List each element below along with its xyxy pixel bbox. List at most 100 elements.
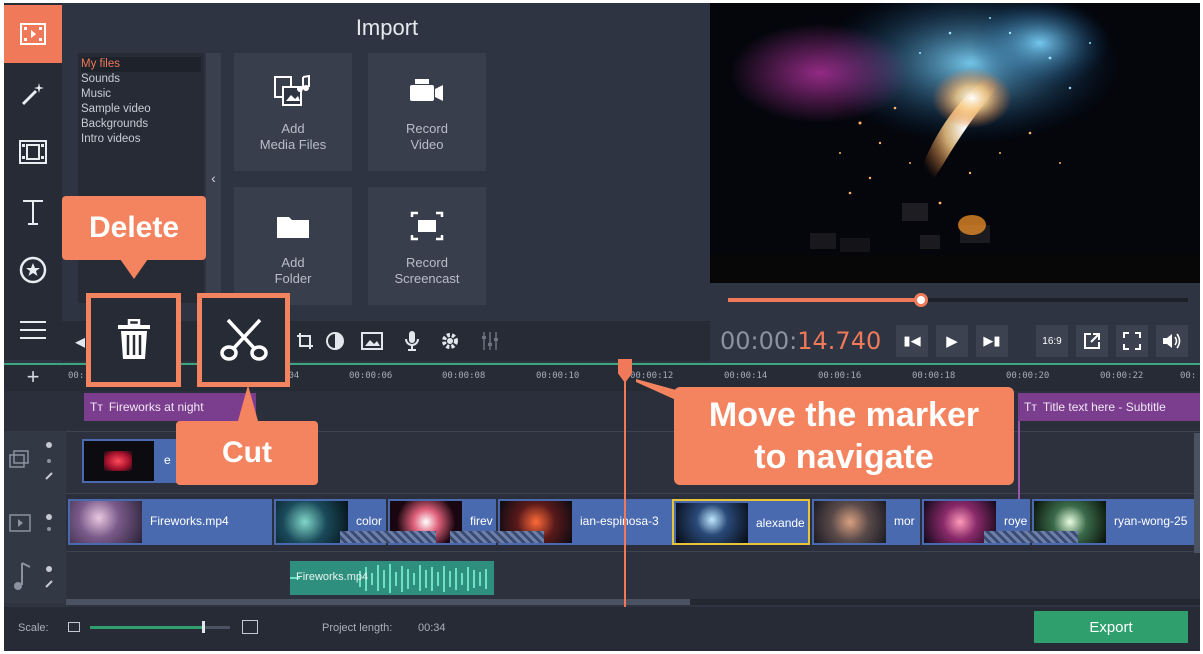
external-window-icon xyxy=(1084,333,1100,349)
category-my-files[interactable]: My files xyxy=(81,57,201,72)
collapse-panel-button[interactable]: ‹ xyxy=(206,53,221,303)
video-clip[interactable]: Fireworks.mp4 xyxy=(68,499,272,545)
audio-clip[interactable]: Fireworks.mp4 xyxy=(290,561,494,595)
video-clip-label: mor xyxy=(894,514,915,528)
timeline-scroll-thumb[interactable] xyxy=(66,599,690,605)
audio-track xyxy=(4,551,1200,603)
add-track-button[interactable]: + xyxy=(4,363,62,391)
category-backgrounds[interactable]: Backgrounds xyxy=(81,117,201,132)
video-camera-icon xyxy=(410,79,443,101)
scale-slider-handle[interactable] xyxy=(202,621,205,633)
scale-label: Scale: xyxy=(18,622,49,634)
preview-scrub-handle[interactable] xyxy=(914,293,928,307)
trash-icon xyxy=(117,319,150,359)
previous-button[interactable]: ▮◀ xyxy=(896,325,928,357)
folder-icon xyxy=(277,217,309,238)
export-button[interactable]: Export xyxy=(1034,611,1188,643)
scale-slider-fill xyxy=(90,626,202,629)
clip-thumbnail xyxy=(676,503,748,543)
tile-label: Record Video xyxy=(406,121,448,152)
equalizer-button[interactable] xyxy=(474,325,506,357)
delete-callout-arrow xyxy=(120,259,148,279)
ruler-tick: 00:00:18 xyxy=(912,371,956,381)
cut-callout-arrow xyxy=(238,385,258,421)
plus-icon: + xyxy=(26,364,40,389)
video-clip-label: Fireworks.mp4 xyxy=(150,514,229,528)
record-audio-button[interactable] xyxy=(396,325,428,357)
text-icon xyxy=(23,200,43,225)
overlay-clip[interactable]: e xyxy=(82,439,178,483)
tile-label: Add Media Files xyxy=(259,121,327,152)
title-clip-label: Title text here - Subtitle xyxy=(1042,400,1166,414)
video-clip[interactable]: mor xyxy=(812,499,920,545)
record-video-button[interactable]: Record Video xyxy=(368,53,486,171)
transition-marker[interactable] xyxy=(340,531,436,543)
detach-preview-button[interactable] xyxy=(1076,325,1108,357)
play-button[interactable]: ▶ xyxy=(936,325,968,357)
zoom-in-icon[interactable] xyxy=(242,620,258,634)
cut-callout: Cut xyxy=(176,421,318,485)
delete-button[interactable] xyxy=(86,293,181,387)
ruler-tick: 00:00:08 xyxy=(442,371,486,381)
overlay-clip-thumbnail xyxy=(84,441,154,481)
transition-marker[interactable] xyxy=(984,531,1078,543)
cut-button[interactable] xyxy=(197,293,290,387)
title-text-icon: Tт xyxy=(1024,400,1037,414)
category-music[interactable]: Music xyxy=(81,87,201,102)
title-clip-label: Fireworks at night xyxy=(108,400,204,414)
project-length-value: 00:34 xyxy=(418,622,446,634)
project-length-label: Project length: xyxy=(322,622,393,634)
color-adjust-button[interactable] xyxy=(319,325,351,357)
category-sample-video[interactable]: Sample video xyxy=(81,102,201,117)
clip-settings-button[interactable] xyxy=(434,325,466,357)
video-track-controls xyxy=(4,493,66,551)
title-clip[interactable]: Tт Fireworks at night xyxy=(84,393,256,421)
track-divider xyxy=(4,551,1200,552)
aspect-ratio-button[interactable]: 16:9 xyxy=(1036,325,1068,357)
preview-scrub-progress xyxy=(728,298,921,302)
timecode-display: 00:00:14.740 xyxy=(720,327,881,355)
timeline-vertical-scroll-thumb[interactable] xyxy=(1194,433,1200,553)
crop-icon xyxy=(297,333,313,349)
star-badge-icon xyxy=(19,256,47,284)
filters-tab-button[interactable] xyxy=(4,65,62,123)
video-preview[interactable] xyxy=(710,3,1200,283)
category-sounds[interactable]: Sounds xyxy=(81,72,201,87)
title-clip[interactable]: Tт Title text here - Subtitle xyxy=(1018,393,1200,421)
scissors-icon xyxy=(219,318,268,361)
add-folder-button[interactable]: Add Folder xyxy=(234,187,352,305)
transitions-tab-button[interactable] xyxy=(4,123,62,181)
add-media-files-button[interactable]: Add Media Files xyxy=(234,53,352,171)
next-button[interactable]: ▶▮ xyxy=(976,325,1008,357)
play-icon: ▶ xyxy=(946,333,958,350)
video-clip-label: color xyxy=(356,514,383,528)
ruler-tick: 00: xyxy=(68,371,85,381)
transition-marker[interactable] xyxy=(450,531,544,543)
record-screencast-button[interactable]: Record Screencast xyxy=(368,187,486,305)
fullscreen-button[interactable] xyxy=(1116,325,1148,357)
title-clip-connector xyxy=(1018,421,1020,501)
more-tab-button[interactable] xyxy=(4,301,62,359)
import-title: Import xyxy=(355,15,419,40)
selected-video-clip[interactable]: alexande xyxy=(672,499,810,545)
image-icon xyxy=(361,332,383,350)
chevron-left-icon: ‹ xyxy=(211,170,216,186)
import-tab-button[interactable] xyxy=(4,5,62,63)
undo-arrow-icon: ◂ xyxy=(74,330,86,353)
ruler-tick: 00:00:14 xyxy=(724,371,768,381)
audio-track-controls xyxy=(4,551,66,603)
skip-forward-icon: ▶▮ xyxy=(983,333,1001,348)
volume-button[interactable] xyxy=(1156,325,1188,357)
crop-button[interactable] xyxy=(289,325,321,357)
transition-icon xyxy=(19,140,47,164)
video-clip-label: roye xyxy=(1004,514,1028,528)
category-intro-videos[interactable]: Intro videos xyxy=(81,132,201,147)
zoom-out-icon[interactable] xyxy=(68,622,80,632)
titles-tab-button[interactable] xyxy=(4,183,62,241)
clip-properties-button[interactable] xyxy=(356,325,388,357)
stickers-tab-button[interactable] xyxy=(4,241,62,299)
title-text-icon: Tт xyxy=(90,400,103,414)
ruler-tick: 00:00:22 xyxy=(1100,371,1144,381)
equalizer-icon xyxy=(482,332,498,350)
video-track-icons xyxy=(9,514,52,532)
